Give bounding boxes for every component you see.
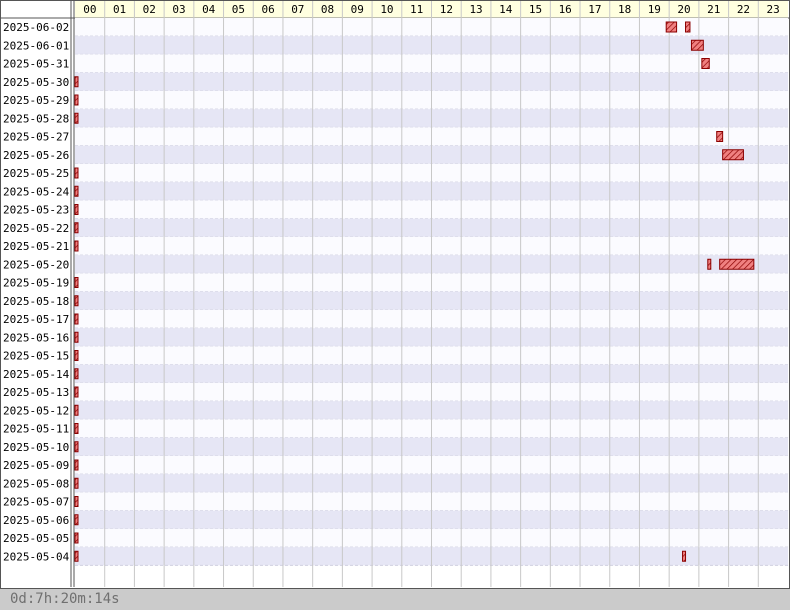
total-duration-text: 0d:7h:20m:14s bbox=[10, 591, 120, 607]
chart-frame bbox=[0, 0, 790, 589]
total-duration-footer: 0d:7h:20m:14s bbox=[0, 589, 790, 610]
uptime-chart: 00 01 02 03 04 05 06 07 08 09 10 11 12 13 14 15 16 17 18 19… bbox=[0, 0, 790, 610]
